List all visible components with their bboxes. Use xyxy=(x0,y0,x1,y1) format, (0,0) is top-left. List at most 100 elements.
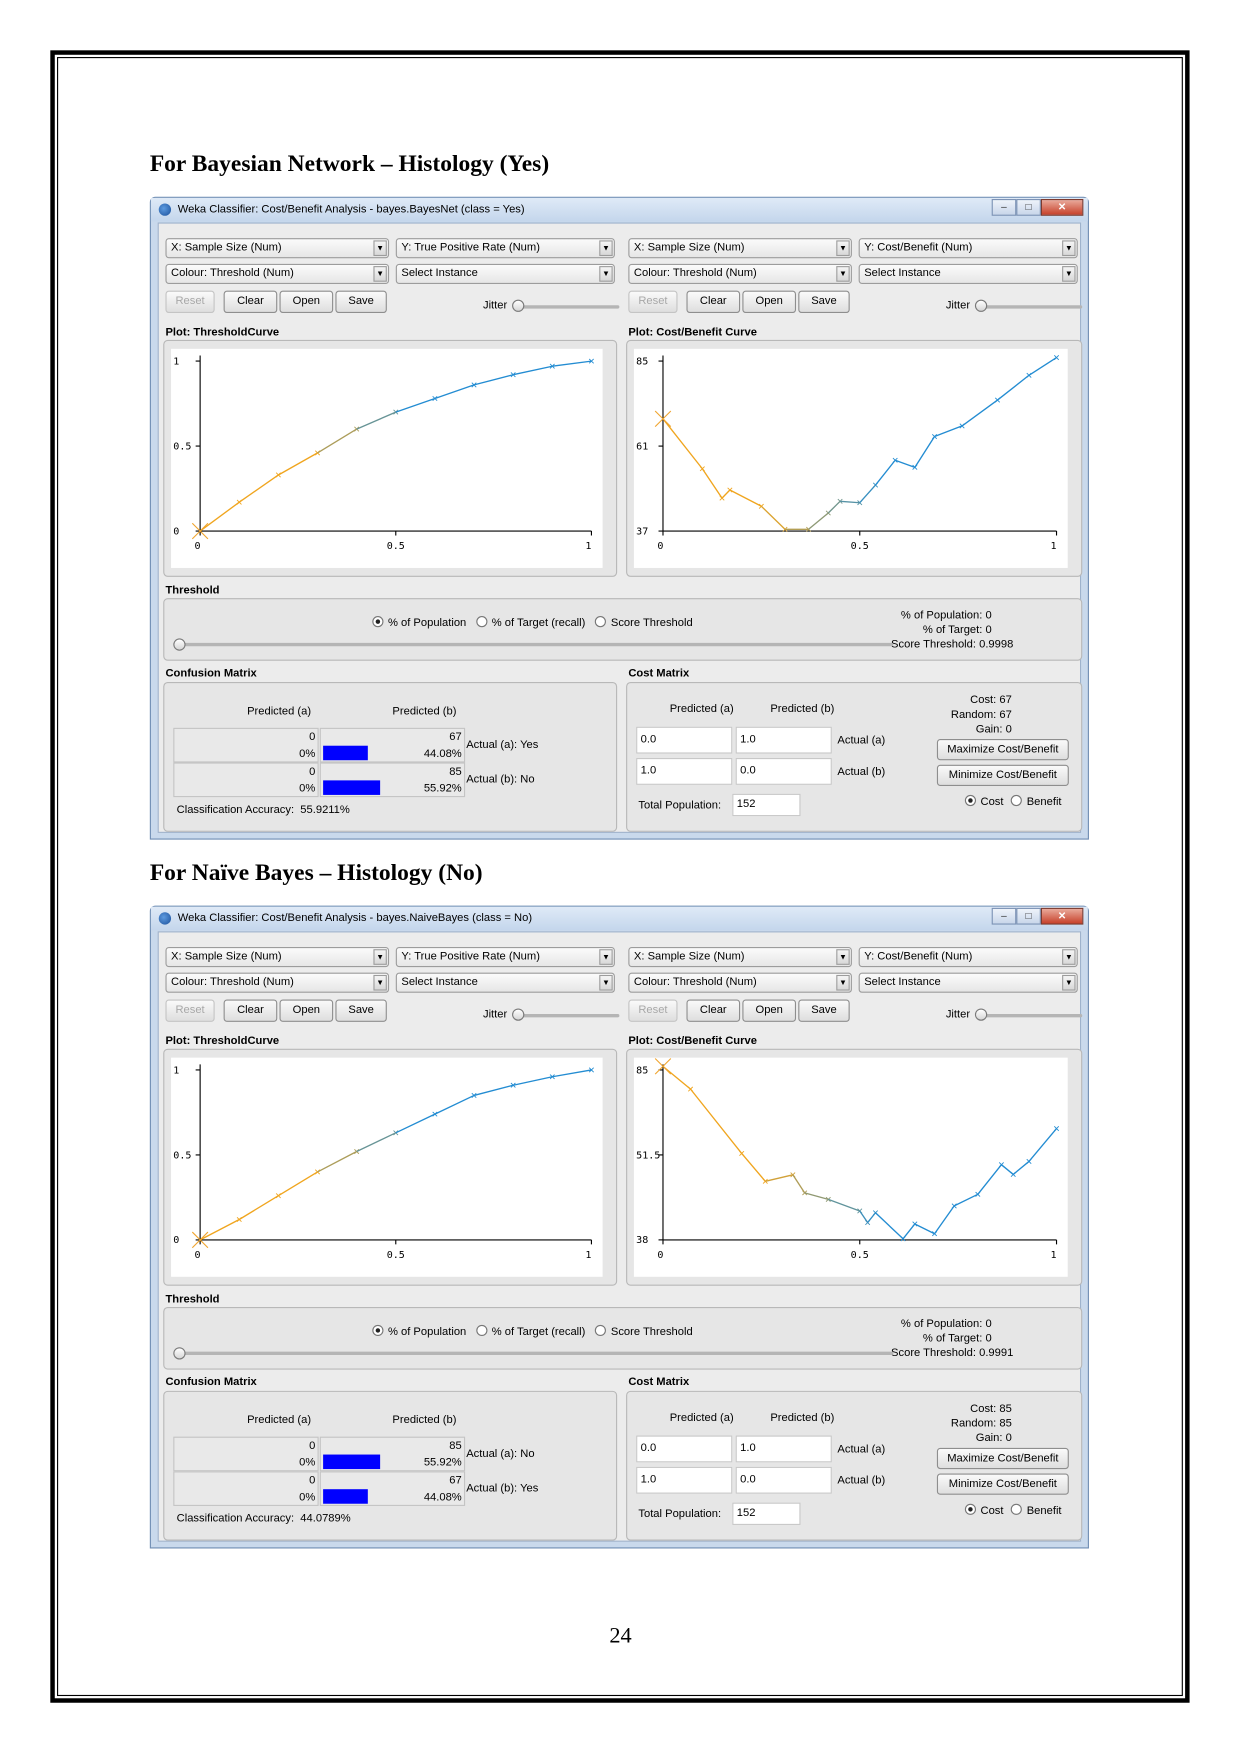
colour-select[interactable]: Colour: Threshold (Num) ▼ xyxy=(628,263,852,284)
y-axis-select[interactable]: Y: True Positive Rate (Num) ▼ xyxy=(395,238,615,259)
colour-select[interactable]: Colour: Threshold (Num) ▼ xyxy=(628,972,852,993)
radio-label: % of Target (recall) xyxy=(491,1325,586,1339)
x-axis-select[interactable]: X: Sample Size (Num) ▼ xyxy=(628,238,852,259)
cost-bb-input[interactable]: 0.0 xyxy=(735,1466,832,1494)
save-button[interactable]: Save xyxy=(335,999,387,1022)
total-population-input[interactable]: 152 xyxy=(732,1502,801,1525)
y-tick-label: 85 xyxy=(636,1065,648,1076)
threshold-curve-plot[interactable]: 0 0.5 1 1 0.5 0 xyxy=(171,348,603,568)
radio-population[interactable]: % of Population xyxy=(372,616,466,629)
radio-benefit[interactable]: Benefit xyxy=(1011,794,1062,808)
cost-matrix-panel: Predicted (a) Predicted (b) 0.0 1.0 Actu… xyxy=(626,1390,1083,1541)
curve-segment xyxy=(278,1171,318,1197)
radio-target[interactable]: % of Target (recall) xyxy=(476,1324,586,1339)
select-instance[interactable]: Select Instance ▼ xyxy=(395,972,615,993)
maximize-cost-benefit-button[interactable]: Maximize Cost/Benefit xyxy=(936,739,1069,761)
cost-ba-input[interactable]: 1.0 xyxy=(636,758,733,785)
accuracy-readout: Classification Accuracy: 44.0789% xyxy=(177,1513,351,1525)
save-button[interactable]: Save xyxy=(335,290,387,314)
y-axis-select[interactable]: Y: Cost/Benefit (Num) ▼ xyxy=(858,238,1078,259)
reset-button[interactable]: Reset xyxy=(165,290,215,314)
minimize-icon[interactable]: – xyxy=(991,199,1017,216)
minimize-cost-benefit-button[interactable]: Minimize Cost/Benefit xyxy=(936,764,1069,786)
select-instance[interactable]: Select Instance ▼ xyxy=(858,263,1078,284)
select-instance[interactable]: Select Instance ▼ xyxy=(395,263,615,284)
radio-target[interactable]: % of Target (recall) xyxy=(476,616,585,629)
maximize-cost-benefit-button[interactable]: Maximize Cost/Benefit xyxy=(936,1447,1069,1470)
jitter-slider[interactable] xyxy=(977,305,1083,309)
curve-segment xyxy=(199,1218,240,1241)
cost-aa-input[interactable]: 0.0 xyxy=(636,726,733,754)
cost-ba-input[interactable]: 1.0 xyxy=(636,1466,733,1494)
jitter-slider-knob[interactable] xyxy=(974,299,988,312)
cost-aa-input[interactable]: 0.0 xyxy=(636,1435,733,1463)
cost-benefit-window: Weka Classifier: Cost/Benefit Analysis -… xyxy=(149,905,1089,1549)
radio-cost[interactable]: Cost xyxy=(964,1503,1003,1517)
open-button[interactable]: Open xyxy=(742,999,797,1022)
cost-benefit-plot[interactable]: 0 0.5 1 85 51.5 38 xyxy=(633,1057,1068,1277)
minimize-icon[interactable]: – xyxy=(991,907,1017,925)
save-button[interactable]: Save xyxy=(798,290,850,314)
curve-segment xyxy=(278,452,318,476)
radio-unselected-icon xyxy=(595,616,607,628)
threshold-slider[interactable] xyxy=(175,642,894,647)
title-bar[interactable]: Weka Classifier: Cost/Benefit Analysis -… xyxy=(150,197,1088,222)
open-button[interactable]: Open xyxy=(742,290,797,314)
threshold-slider-knob[interactable] xyxy=(173,638,186,651)
radio-score[interactable]: Score Threshold xyxy=(595,616,693,629)
radio-score[interactable]: Score Threshold xyxy=(595,1324,693,1338)
cost-ab-input[interactable]: 1.0 xyxy=(735,726,832,754)
colour-select[interactable]: Colour: Threshold (Num) ▼ xyxy=(165,972,390,993)
threshold-slider[interactable] xyxy=(175,1351,894,1356)
cost-bb-input[interactable]: 0.0 xyxy=(735,758,832,785)
title-bar[interactable]: Weka Classifier: Cost/Benefit Analysis -… xyxy=(150,906,1088,931)
maximize-icon[interactable]: □ xyxy=(1016,907,1041,925)
x-tick-label: 0.5 xyxy=(387,541,405,552)
save-button[interactable]: Save xyxy=(798,999,850,1022)
reset-button[interactable]: Reset xyxy=(628,290,678,314)
open-button[interactable]: Open xyxy=(279,999,334,1022)
cost-matrix-label: Cost Matrix xyxy=(628,1376,690,1389)
clear-button[interactable]: Clear xyxy=(686,290,741,314)
jitter-slider[interactable] xyxy=(514,305,620,309)
jitter-slider-knob[interactable] xyxy=(974,1008,988,1021)
minimize-cost-benefit-button[interactable]: Minimize Cost/Benefit xyxy=(936,1473,1069,1495)
cost-readout: Cost: 85 xyxy=(970,1403,1012,1416)
threshold-curve-plot[interactable]: 0 0.5 1 1 0.5 0 xyxy=(171,1057,603,1277)
maximize-icon[interactable]: □ xyxy=(1016,199,1041,216)
y-axis-select[interactable]: Y: Cost/Benefit (Num) ▼ xyxy=(858,946,1078,968)
y-axis-select[interactable]: Y: True Positive Rate (Num) ▼ xyxy=(395,946,615,968)
cell-percent: 0% xyxy=(299,1491,316,1504)
jitter-slider-knob[interactable] xyxy=(512,299,525,312)
radio-cost[interactable]: Cost xyxy=(964,794,1003,808)
x-axis-select[interactable]: X: Sample Size (Num) ▼ xyxy=(165,946,390,968)
x-axis-select[interactable]: X: Sample Size (Num) ▼ xyxy=(165,238,390,259)
radio-population[interactable]: % of Population xyxy=(372,1324,466,1338)
threshold-curve-panel: 0 0.5 1 1 0.5 0 xyxy=(163,1048,618,1286)
cost-ab-input[interactable]: 1.0 xyxy=(735,1435,832,1463)
predicted-a-header: Predicted (a) xyxy=(247,1414,312,1427)
data-point xyxy=(727,487,733,493)
x-axis-select[interactable]: X: Sample Size (Num) ▼ xyxy=(628,946,852,968)
jitter-slider[interactable] xyxy=(977,1014,1083,1018)
close-icon[interactable]: ✕ xyxy=(1040,199,1084,216)
jitter-slider[interactable] xyxy=(514,1014,620,1018)
reset-button[interactable]: Reset xyxy=(165,999,215,1022)
select-instance[interactable]: Select Instance ▼ xyxy=(858,972,1078,993)
jitter-slider-knob[interactable] xyxy=(512,1008,525,1021)
clear-button[interactable]: Clear xyxy=(223,999,278,1022)
curve-segment xyxy=(552,1069,592,1078)
cost-benefit-plot[interactable]: 0 0.5 1 85 61 37 xyxy=(633,348,1068,568)
reset-button[interactable]: Reset xyxy=(628,999,678,1022)
open-button[interactable]: Open xyxy=(279,290,334,314)
clear-button[interactable]: Clear xyxy=(223,290,278,314)
colour-select[interactable]: Colour: Threshold (Num) ▼ xyxy=(165,263,390,284)
data-point xyxy=(1053,1125,1060,1132)
curve-segment xyxy=(552,360,592,367)
chevron-down-icon: ▼ xyxy=(1062,266,1076,282)
radio-benefit[interactable]: Benefit xyxy=(1011,1503,1062,1517)
clear-button[interactable]: Clear xyxy=(686,999,741,1022)
close-icon[interactable]: ✕ xyxy=(1040,907,1084,925)
threshold-slider-knob[interactable] xyxy=(173,1347,186,1360)
total-population-input[interactable]: 152 xyxy=(732,793,801,817)
